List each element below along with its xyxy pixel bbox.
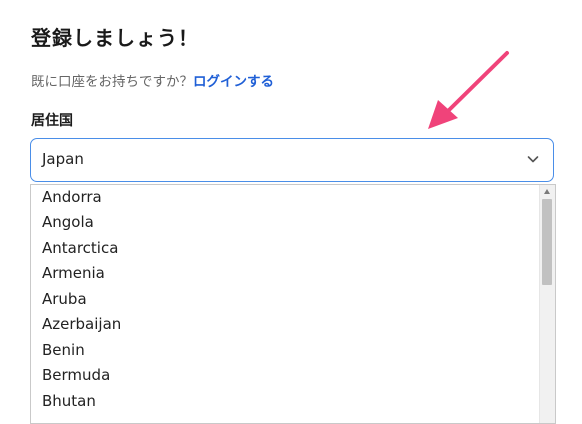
login-prompt-text: 既に口座をお持ちですか？ — [31, 74, 193, 90]
scroll-thumb[interactable] — [542, 199, 552, 285]
country-dropdown-list[interactable]: Andorra Angola Antarctica Armenia Aruba … — [30, 184, 556, 424]
country-option[interactable]: Andorra — [42, 188, 102, 206]
page-title: 登録しましょう！ — [31, 26, 199, 50]
country-option[interactable]: Angola — [42, 213, 94, 231]
country-label: 居住国 — [31, 113, 73, 129]
selected-country: Japan — [42, 150, 84, 168]
dropdown-scrollbar[interactable] — [539, 185, 555, 423]
chevron-down-icon — [527, 156, 539, 163]
country-option[interactable]: Bhutan — [42, 392, 96, 410]
login-prompt: 既に口座をお持ちですか？ログインする — [31, 70, 274, 90]
country-option[interactable]: Armenia — [42, 264, 105, 282]
country-option[interactable]: Antarctica — [42, 239, 118, 257]
country-option[interactable]: Azerbaijan — [42, 315, 121, 333]
country-select[interactable]: Japan — [30, 138, 554, 182]
country-option[interactable]: Aruba — [42, 290, 87, 308]
country-option[interactable]: Bermuda — [42, 366, 110, 384]
country-option[interactable]: Benin — [42, 341, 85, 359]
login-link[interactable]: ログインする — [193, 74, 274, 90]
scroll-up-arrow-icon[interactable] — [544, 189, 550, 194]
